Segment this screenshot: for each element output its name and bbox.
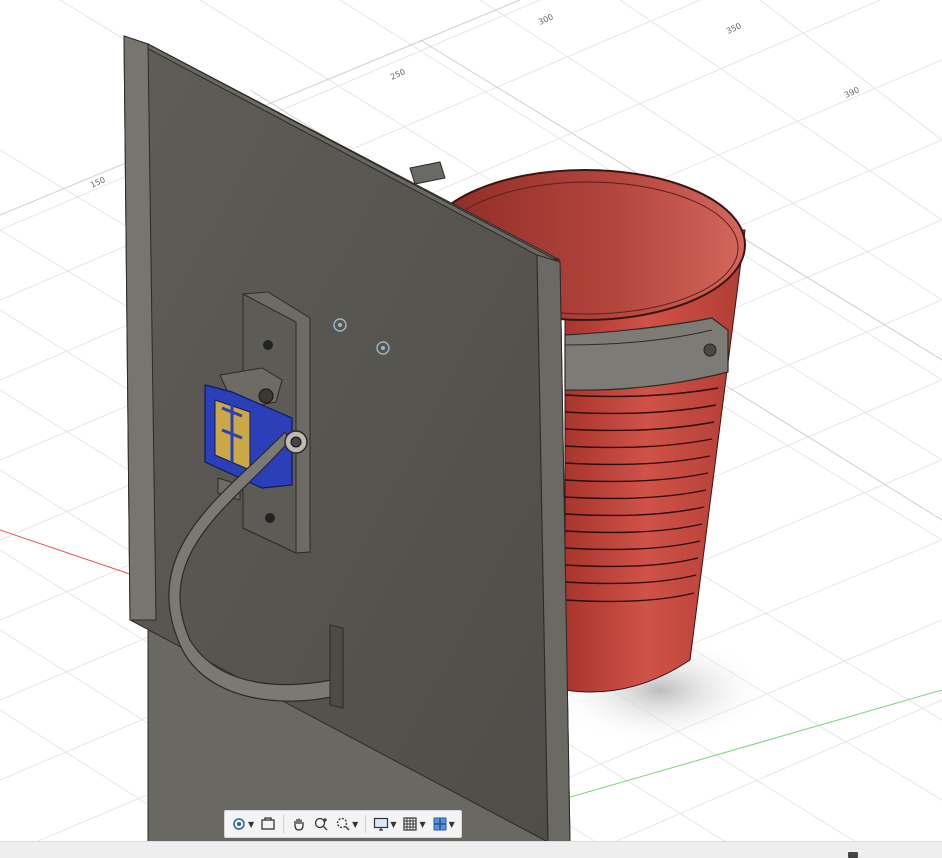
viewports-button[interactable]: ▼ [430,813,457,835]
toolbar-divider [365,815,367,833]
grid-label-250: 250 [389,67,407,82]
3d-viewport[interactable]: 150 250 300 350 390 [0,0,942,857]
fit-button[interactable]: ▼ [333,813,360,835]
orbit-menu-caret[interactable]: ▼ [248,820,254,829]
status-bar [0,841,942,858]
fit-icon [337,817,350,831]
arm-stop [329,624,344,709]
viewports-icon [433,817,447,831]
clamp-screw-hole [703,343,717,357]
display-settings-button[interactable]: ▼ [371,813,398,835]
zoom-icon [315,817,328,831]
grid-settings-button[interactable]: ▼ [400,813,427,835]
zoom-button[interactable] [311,813,331,835]
mounting-plate[interactable] [123,35,571,846]
orbit-icon [233,818,245,830]
look-at-icon [261,817,275,830]
display-menu-caret[interactable]: ▼ [390,820,396,829]
toolbar-divider [283,815,285,833]
viewport-canvas[interactable]: 150 250 300 350 390 [0,0,942,857]
pan-hand-icon [294,818,304,831]
fit-menu-caret[interactable]: ▼ [352,820,358,829]
grid-label-350: 350 [725,21,743,36]
viewports-menu-caret[interactable]: ▼ [449,820,455,829]
orbit-button[interactable]: ▼ [229,813,256,835]
grid-icon [403,817,418,831]
grid-label-300: 300 [537,12,555,27]
display-settings-icon [374,817,389,831]
grid-menu-caret[interactable]: ▼ [419,820,425,829]
pan-button[interactable] [289,813,309,835]
look-at-button[interactable] [258,813,278,835]
grid-label-390: 390 [843,85,861,100]
status-bar-handle[interactable] [848,852,858,858]
navigation-toolbar: ▼ ▼ ▼ ▼ ▼ [224,810,462,838]
